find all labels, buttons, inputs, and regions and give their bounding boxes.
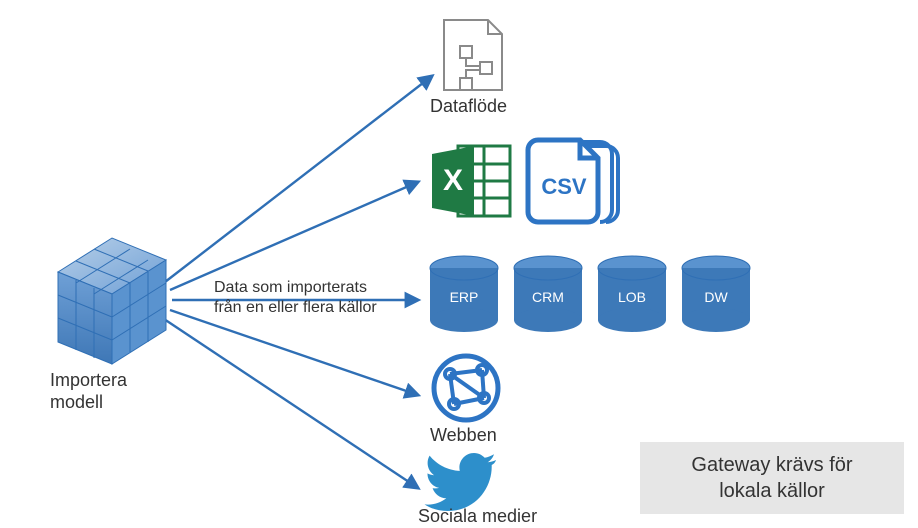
svg-text:LOB: LOB — [618, 289, 646, 305]
db-dw: DW — [682, 256, 750, 332]
arrow-to-files — [170, 182, 418, 290]
db-lob: LOB — [598, 256, 666, 332]
arrow-label: Data som importeratsfrån en eller flera … — [214, 278, 414, 318]
svg-text:X: X — [443, 164, 463, 197]
excel-icon: X — [432, 146, 510, 216]
db-erp: ERP — [430, 256, 498, 332]
svg-text:DW: DW — [704, 289, 728, 305]
dataflow-icon — [444, 20, 502, 90]
dataflow-label: Dataflöde — [430, 96, 550, 118]
import-model-icon — [58, 238, 166, 364]
arrow-to-web — [170, 310, 418, 395]
arrow-to-social — [164, 319, 418, 488]
svg-text:CRM: CRM — [532, 289, 564, 305]
twitter-icon — [425, 453, 497, 511]
db-crm: CRM — [514, 256, 582, 332]
csv-label: CSV — [541, 174, 587, 199]
import-model-label: Importeramodell — [50, 370, 180, 413]
csv-icon: CSV — [528, 140, 618, 222]
social-label: Sociala medier — [418, 506, 578, 528]
db-row: ERP CRM LOB DW — [430, 256, 750, 332]
svg-text:ERP: ERP — [450, 289, 479, 305]
web-icon — [434, 356, 498, 420]
web-label: Webben — [430, 425, 550, 447]
arrow-to-dataflow — [165, 76, 432, 282]
gateway-note: Gateway krävs förlokala källor — [640, 442, 904, 514]
